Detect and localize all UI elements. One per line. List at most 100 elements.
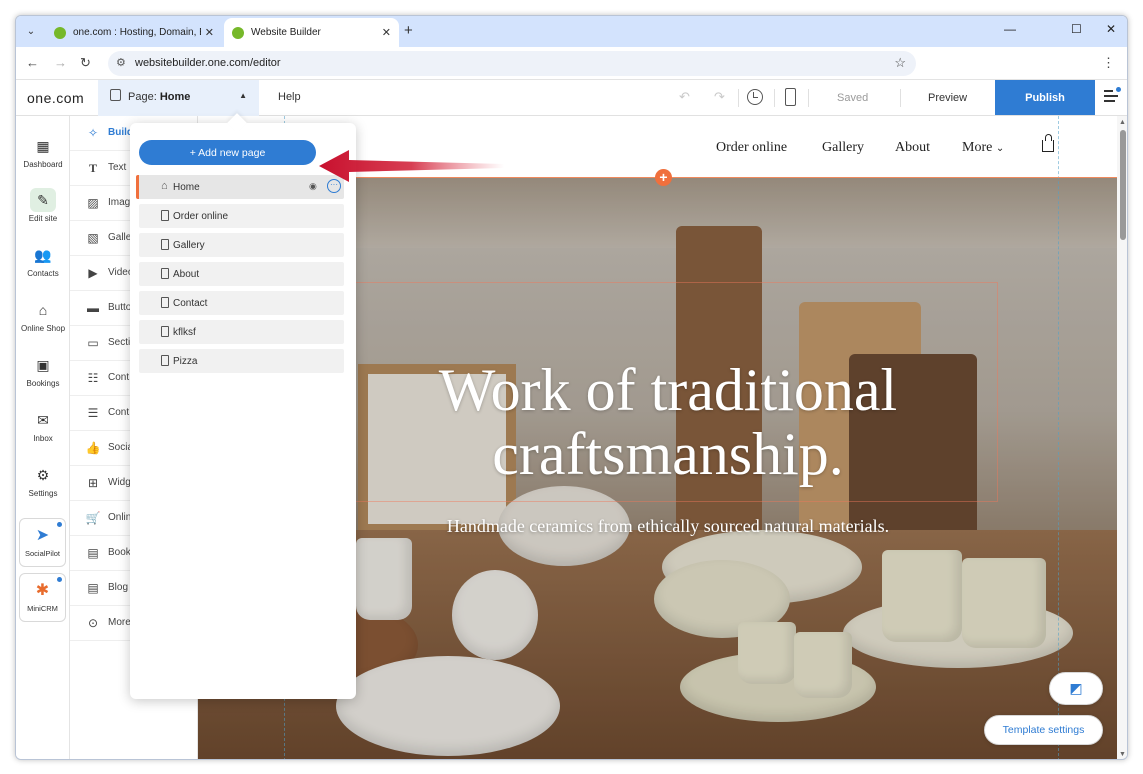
browser-toolbar: ← → ↻ ⚙ websitebuilder.one.com/editor ☆ … bbox=[16, 47, 1127, 80]
browser-menu-icon[interactable]: ⋮ bbox=[1102, 55, 1115, 71]
address-bar[interactable]: ⚙ websitebuilder.one.com/editor ☆ bbox=[108, 51, 916, 76]
rail-settings[interactable]: ⚙ Settings bbox=[16, 463, 70, 515]
site-nav-more[interactable]: More ⌄ bbox=[962, 140, 1004, 156]
tab-onecom[interactable]: one.com : Hosting, Domain, Em ✕ bbox=[46, 18, 222, 47]
mobile-preview-icon[interactable] bbox=[785, 88, 796, 106]
build-item-label: Book bbox=[108, 547, 131, 558]
hero-subheadline[interactable]: Handmade ceramics from ethically sourced… bbox=[338, 516, 998, 537]
app-socialpilot[interactable]: ➤ SocialPilot bbox=[19, 518, 66, 567]
build-item-label: Widg bbox=[108, 477, 131, 488]
app-label: MiniCRM bbox=[27, 604, 58, 613]
pages-dropdown: + Add new page ⌂ Home ◉ ··· Order online… bbox=[130, 113, 356, 699]
close-tab-icon[interactable]: ✕ bbox=[205, 26, 214, 39]
rail-label: Online Shop bbox=[20, 324, 66, 333]
minimize-icon[interactable]: — bbox=[1004, 22, 1016, 36]
saved-status: Saved bbox=[837, 92, 869, 104]
image-icon: ▨ bbox=[87, 196, 99, 210]
hero-headline-line: Work of traditional bbox=[438, 357, 898, 423]
notifications-menu-icon[interactable] bbox=[1104, 87, 1121, 102]
tab-strip: ⌄ one.com : Hosting, Domain, Em ✕ Websit… bbox=[16, 16, 1127, 47]
app-minicrm[interactable]: ✱ MiniCRM bbox=[19, 573, 66, 622]
scroll-down-icon[interactable]: ▼ bbox=[1119, 751, 1126, 758]
social-icon: 👍 bbox=[85, 441, 101, 455]
new-badge-dot bbox=[57, 522, 62, 527]
build-item-label: Secti bbox=[108, 337, 131, 348]
rail-online-shop[interactable]: ⌂ Online Shop bbox=[16, 298, 70, 350]
bookmark-star-icon[interactable]: ☆ bbox=[894, 55, 906, 71]
page-prefix: Page: bbox=[128, 91, 157, 103]
button-icon: ▬ bbox=[87, 301, 99, 315]
tab-title: Website Builder bbox=[251, 27, 321, 38]
page-item-about[interactable]: About bbox=[139, 262, 344, 286]
site-nav-order-online[interactable]: Order online bbox=[716, 140, 787, 156]
build-item-label: Galle bbox=[108, 232, 132, 243]
url-text: websitebuilder.one.com/editor bbox=[135, 57, 281, 69]
page-item-label: Contact bbox=[173, 298, 208, 309]
page-item-kflksf[interactable]: kflksf bbox=[139, 320, 344, 344]
build-item-label: Cont bbox=[108, 372, 130, 383]
editor-topbar: one.com Page: Home ▲ Help ↶ ↷ Saved Prev… bbox=[16, 80, 1127, 116]
scrollbar-thumb[interactable] bbox=[1120, 130, 1126, 240]
rail-label: Contacts bbox=[27, 269, 59, 278]
browser-window: ⌄ one.com : Hosting, Domain, Em ✕ Websit… bbox=[15, 15, 1128, 760]
page-selector[interactable]: Page: Home ▲ bbox=[98, 80, 259, 116]
tab-search-button[interactable]: ⌄ bbox=[22, 22, 40, 40]
rail-edit-site[interactable]: ✎ Edit site bbox=[16, 188, 70, 240]
add-new-page-button[interactable]: + Add new page bbox=[139, 140, 316, 165]
tab-title: one.com : Hosting, Domain, Em bbox=[73, 27, 201, 38]
maximize-icon[interactable]: ☐ bbox=[1071, 22, 1082, 36]
video-icon: ▶ bbox=[88, 266, 98, 280]
rail-inbox[interactable]: ✉ Inbox bbox=[16, 408, 70, 460]
page-item-gallery[interactable]: Gallery bbox=[139, 233, 344, 257]
site-info-icon[interactable]: ⚙ bbox=[116, 56, 126, 69]
new-tab-button[interactable]: + bbox=[404, 22, 413, 39]
page-item-order-online[interactable]: Order online bbox=[139, 204, 344, 228]
annotation-arrow-icon bbox=[319, 150, 504, 182]
minicrm-icon: ✱ bbox=[35, 582, 50, 599]
redo-icon[interactable]: ↷ bbox=[714, 89, 725, 105]
page-item-label: kflksf bbox=[173, 327, 196, 338]
page-item-home[interactable]: ⌂ Home ◉ ··· bbox=[136, 175, 344, 199]
toolbar-divider bbox=[900, 89, 901, 107]
close-window-icon[interactable]: ✕ bbox=[1106, 22, 1116, 36]
history-icon[interactable] bbox=[747, 89, 763, 105]
widget-icon: ⊞ bbox=[87, 476, 99, 490]
add-section-button[interactable]: + bbox=[655, 169, 672, 186]
publish-button[interactable]: Publish bbox=[995, 80, 1095, 115]
toolbar-divider bbox=[738, 89, 739, 107]
page-item-contact[interactable]: Contact bbox=[139, 291, 344, 315]
build-item-label: Imag bbox=[108, 197, 131, 208]
rail-contacts[interactable]: 👥 Contacts bbox=[16, 243, 70, 295]
page-icon bbox=[161, 210, 169, 221]
shopping-bag-icon[interactable] bbox=[1042, 134, 1054, 152]
site-nav-gallery[interactable]: Gallery bbox=[822, 140, 864, 156]
template-settings-button[interactable]: Template settings bbox=[984, 715, 1103, 745]
page-item-label: Order online bbox=[173, 211, 229, 222]
scroll-up-icon[interactable]: ▲ bbox=[1119, 119, 1126, 126]
forward-icon[interactable]: → bbox=[54, 55, 67, 70]
page-item-pizza[interactable]: Pizza bbox=[139, 349, 344, 373]
hero-headline-line: craftsmanship. bbox=[492, 421, 844, 487]
page-item-label: Gallery bbox=[173, 240, 205, 251]
rail-label: Settings bbox=[28, 489, 58, 498]
gallery-icon: ▧ bbox=[87, 231, 99, 245]
site-nav-more-label: More bbox=[962, 140, 993, 155]
rail-bookings[interactable]: ▣ Bookings bbox=[16, 353, 70, 405]
close-tab-icon[interactable]: ✕ bbox=[382, 26, 391, 39]
rail-dashboard[interactable]: ▦ Dashboard bbox=[16, 134, 70, 186]
canvas-scrollbar[interactable]: ▲ ▼ bbox=[1117, 116, 1127, 759]
undo-icon[interactable]: ↶ bbox=[679, 89, 690, 105]
visibility-eye-icon[interactable]: ◉ bbox=[309, 181, 317, 192]
tab-website-builder[interactable]: Website Builder ✕ bbox=[224, 18, 399, 47]
back-icon[interactable]: ← bbox=[26, 55, 39, 70]
hero-headline[interactable]: Work of traditional craftsmanship. bbox=[338, 358, 998, 486]
contact-form-icon: ☰ bbox=[87, 406, 99, 420]
design-settings-icon[interactable]: ◩ bbox=[1049, 672, 1103, 705]
site-nav-about[interactable]: About bbox=[895, 140, 930, 156]
reload-icon[interactable]: ↻ bbox=[80, 55, 91, 71]
page-item-label: Pizza bbox=[173, 356, 198, 367]
cart-icon: 🛒 bbox=[85, 511, 101, 525]
build-item-label: Cont bbox=[108, 407, 130, 418]
preview-button[interactable]: Preview bbox=[928, 92, 967, 104]
help-button[interactable]: Help bbox=[278, 91, 301, 103]
